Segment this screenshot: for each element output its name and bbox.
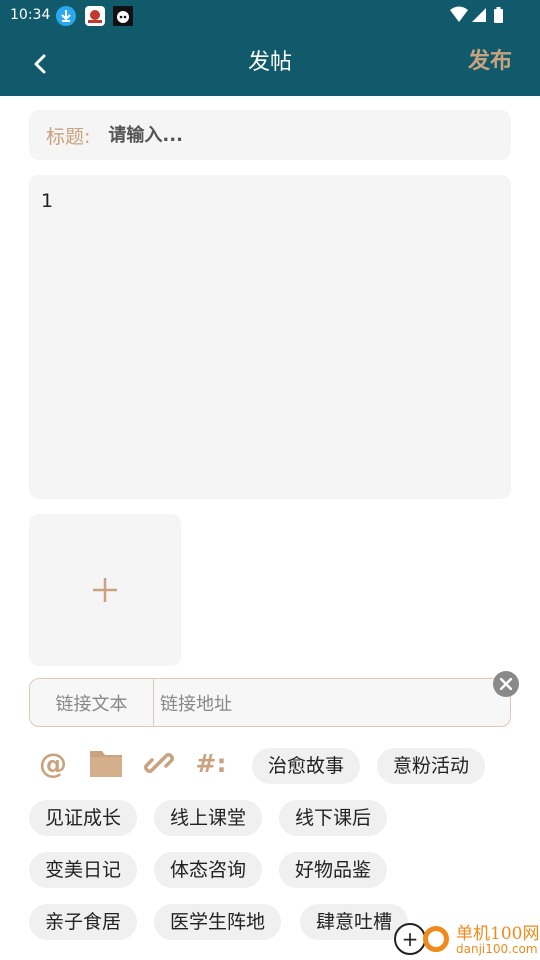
title-bar: 发帖 发布 [0,30,540,96]
link-input-row: 链接文本 链接地址 [29,678,511,727]
plus-icon: + [394,923,426,955]
app-icon [85,6,105,26]
tag-chip[interactable]: 体态咨询 [154,852,263,888]
watermark-title: 单机100网 [456,924,540,944]
battery-icon [494,7,503,23]
tag-chip[interactable]: 线上课堂 [154,800,263,836]
tag-chip[interactable]: 线下课后 [279,800,388,836]
link-url-input[interactable]: 链接地址 [154,679,510,726]
title-label: 标题: [46,125,91,148]
folder-icon [90,751,122,777]
status-bar: 10:34 [0,0,540,30]
app-header: 10:34 发帖 发布 [0,0,540,96]
tag-chip[interactable]: 变美日记 [29,852,138,888]
link-button[interactable] [141,746,177,780]
page-title: 发帖 [247,50,292,75]
link-text-input[interactable]: 链接文本 [30,679,154,726]
tag-chip[interactable]: 好物品鉴 [279,852,388,888]
title-input[interactable] [108,124,449,146]
signal-icon [472,8,486,22]
content-text: 1 [41,190,54,212]
clear-link-button[interactable] [493,671,519,697]
link-icon [144,753,174,773]
publish-button[interactable]: 发布 [468,47,512,77]
plus-icon [93,578,117,602]
close-icon [500,678,512,690]
status-indicators [450,6,510,24]
topic-button[interactable]: #: [193,744,229,782]
tag-chip[interactable]: 治愈故事 [252,748,361,784]
cat-app-icon [113,6,133,26]
add-image-button[interactable] [29,514,181,666]
tag-chip[interactable]: 见证成长 [29,800,138,836]
tag-chip[interactable]: 意粉活动 [377,748,486,784]
wifi-icon [450,6,468,22]
tag-chip[interactable]: 医学生阵地 [154,904,282,940]
download-icon [56,6,76,26]
watermark-url: danji100.com [456,942,538,956]
title-field[interactable]: 标题: [29,110,511,160]
watermark-logo-icon [423,926,449,952]
watermark: + 单机100网 danji100.com [388,910,540,960]
tag-chip[interactable]: 亲子食居 [29,904,138,940]
folder-button[interactable] [88,746,124,780]
content-textarea[interactable]: 1 [29,175,511,499]
mention-button[interactable]: @ [36,744,70,782]
status-time: 10:34 [10,7,51,23]
